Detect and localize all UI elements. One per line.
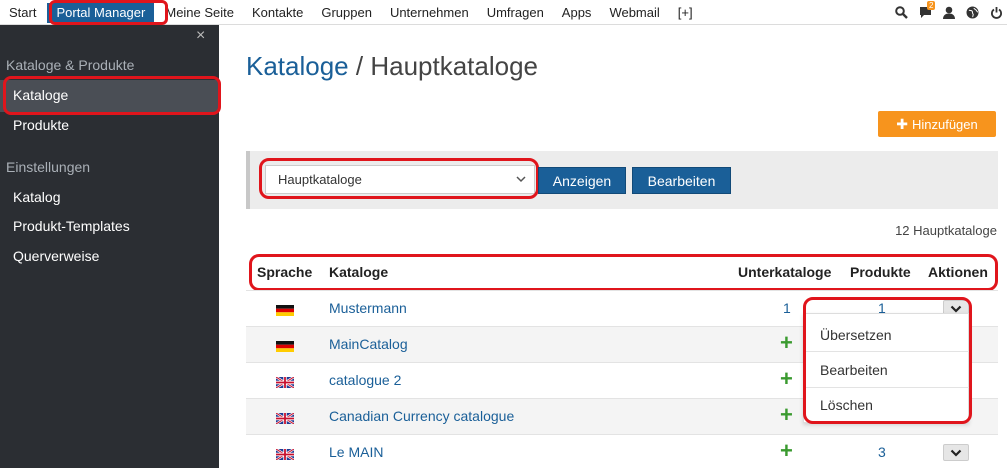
breadcrumb-separator: / xyxy=(348,51,371,81)
nav-umfragen[interactable]: Umfragen xyxy=(478,0,553,25)
nav-start[interactable]: Start xyxy=(0,0,45,25)
flag-uk-icon xyxy=(275,375,295,390)
add-subcatalog-icon[interactable]: + xyxy=(780,440,793,462)
catalog-name-link[interactable]: MainCatalog xyxy=(329,336,408,352)
sidebar-item-katalog[interactable]: Katalog xyxy=(13,189,60,205)
close-icon[interactable]: × xyxy=(196,27,205,45)
highlight-portal-manager xyxy=(49,0,168,25)
actions-toggle[interactable] xyxy=(943,444,969,461)
catalog-name-link[interactable]: Mustermann xyxy=(329,300,407,316)
catalog-name-link[interactable]: Le MAIN xyxy=(329,444,383,460)
subcatalog-count[interactable]: 1 xyxy=(783,300,791,316)
sidebar-item-produkte[interactable]: Produkte xyxy=(13,117,69,133)
highlight-dropdown xyxy=(803,297,972,424)
search-icon[interactable] xyxy=(895,6,908,19)
nav-unternehmen[interactable]: Unternehmen xyxy=(381,0,478,25)
edit-button[interactable]: Bearbeiten xyxy=(632,167,731,194)
nav-webmail[interactable]: Webmail xyxy=(600,0,668,25)
nav-gruppen[interactable]: Gruppen xyxy=(312,0,381,25)
chat-badge: 2 xyxy=(927,1,936,10)
sidebar: × Kataloge & Produkte Kataloge Produkte … xyxy=(0,25,221,468)
add-subcatalog-icon[interactable]: + xyxy=(780,332,793,354)
nav-kontakte[interactable]: Kontakte xyxy=(243,0,312,25)
add-subcatalog-icon[interactable]: + xyxy=(780,368,793,390)
add-subcatalog-icon[interactable]: + xyxy=(780,404,793,426)
flag-germany-icon xyxy=(276,339,294,352)
power-icon[interactable] xyxy=(990,6,1003,19)
user-icon[interactable] xyxy=(943,6,955,19)
catalog-name-link[interactable]: Canadian Currency catalogue xyxy=(329,408,514,424)
breadcrumb-current: Hauptkataloge xyxy=(370,51,539,81)
nav-apps[interactable]: Apps xyxy=(553,0,601,25)
add-button[interactable]: ✚ Hinzufügen xyxy=(878,111,996,137)
highlight-kataloge xyxy=(3,76,221,115)
sidebar-item-produkt-templates[interactable]: Produkt-Templates xyxy=(13,218,130,234)
nav-more[interactable]: [+] xyxy=(669,0,702,25)
add-button-label: Hinzufügen xyxy=(911,116,978,132)
catalog-count: 12 Hauptkataloge xyxy=(895,223,997,238)
sidebar-section-settings: Einstellungen xyxy=(6,159,91,175)
sidebar-item-querverweise[interactable]: Querverweise xyxy=(13,248,99,264)
product-count[interactable]: 3 xyxy=(878,444,886,460)
sidebar-section-catalogs: Kataloge & Produkte xyxy=(6,57,135,73)
flag-germany-icon xyxy=(276,303,294,316)
table-row: Le MAIN +3 xyxy=(246,434,998,468)
chevron-down-icon xyxy=(950,449,962,457)
catalog-name-link[interactable]: catalogue 2 xyxy=(329,372,401,388)
highlight-select xyxy=(259,158,539,199)
highlight-table-header xyxy=(249,254,998,291)
breadcrumb-kataloge[interactable]: Kataloge xyxy=(246,51,349,81)
show-button[interactable]: Anzeigen xyxy=(538,167,626,194)
top-icons: 2 xyxy=(895,0,1003,25)
globe-icon[interactable] xyxy=(966,6,979,19)
chat-icon[interactable]: 2 xyxy=(919,1,936,19)
page-title: Kataloge / Hauptkataloge xyxy=(246,51,538,82)
nav-meine-seite[interactable]: Meine Seite xyxy=(156,0,243,25)
plus-icon: ✚ xyxy=(896,115,908,132)
flag-uk-icon xyxy=(275,447,295,462)
flag-uk-icon xyxy=(275,411,295,426)
